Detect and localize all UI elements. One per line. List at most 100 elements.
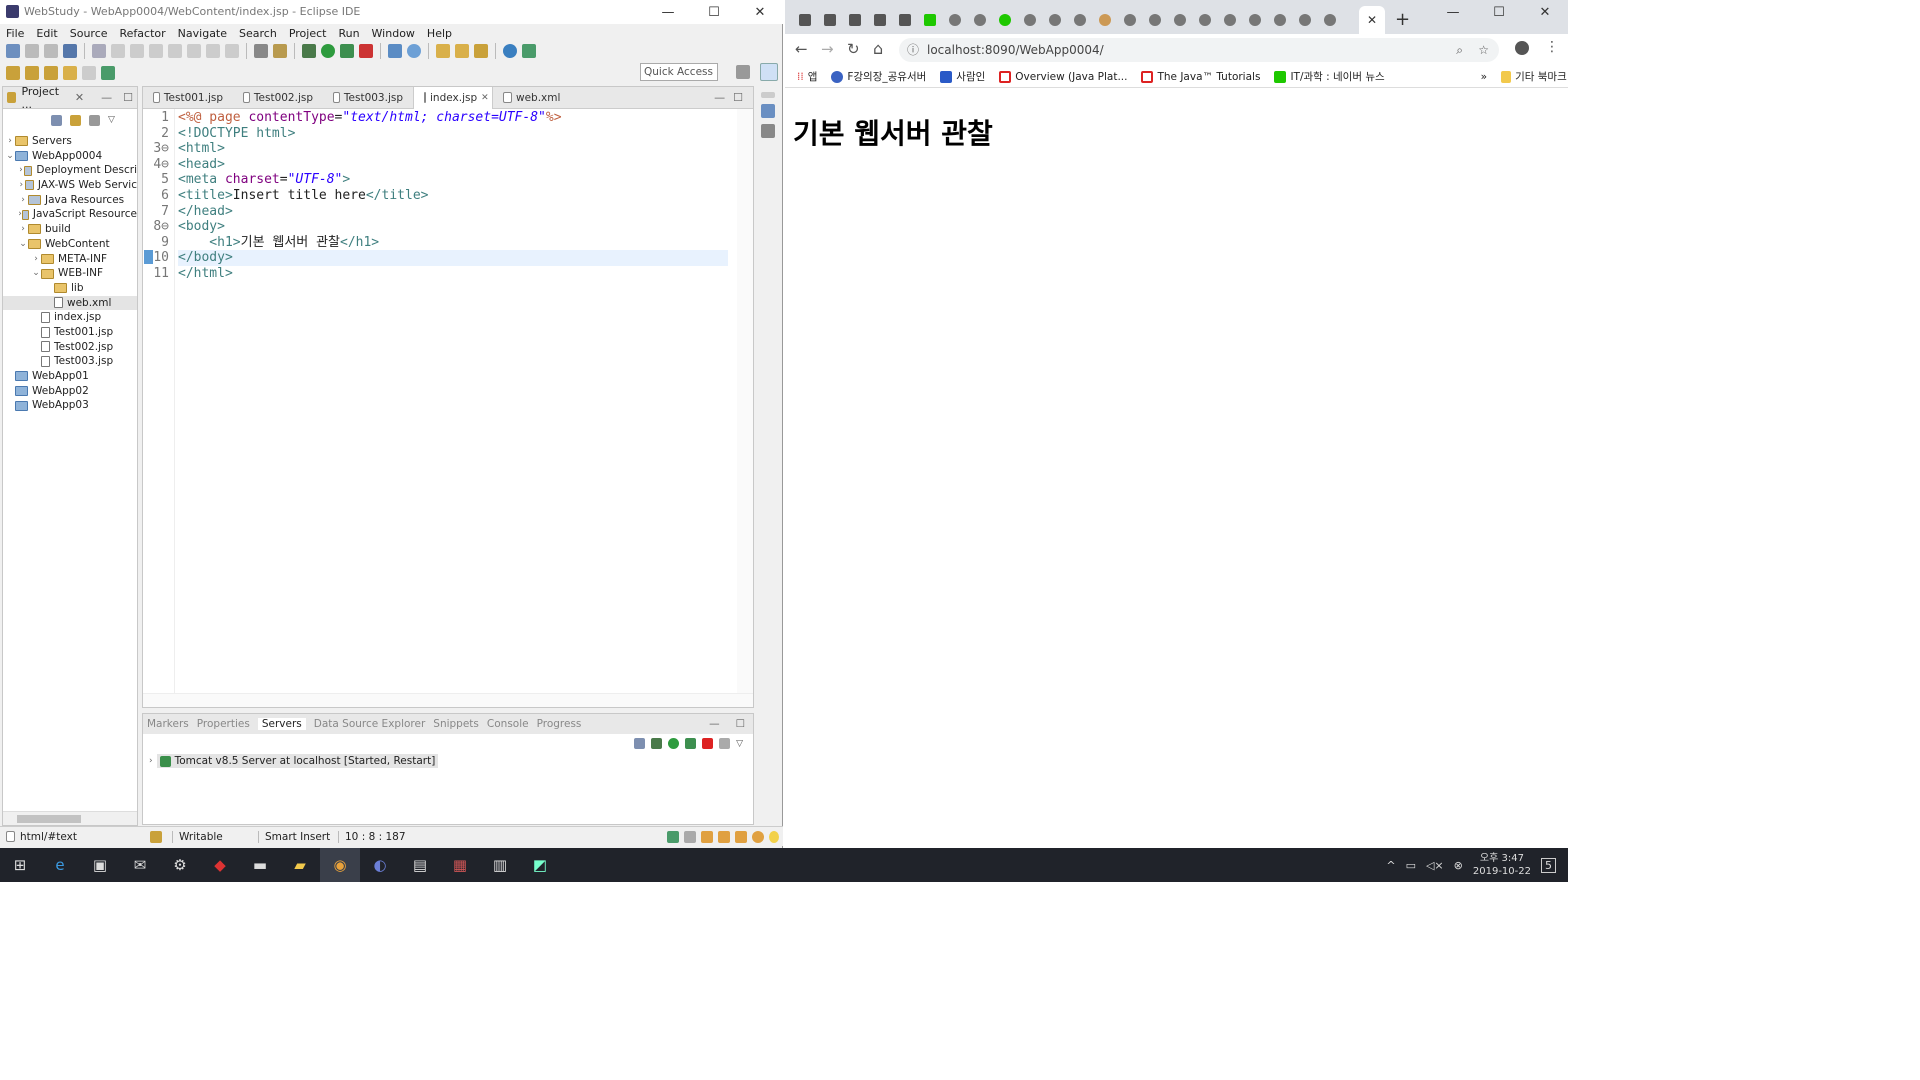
expand-chevron-icon[interactable]: › <box>31 252 41 267</box>
quick-access-input[interactable]: Quick Access <box>640 63 718 81</box>
active-tab-close-icon[interactable]: ✕ <box>1359 6 1385 34</box>
sync-icon[interactable] <box>667 830 679 843</box>
bookmark-naver-news[interactable]: IT/과학 : 네이버 뉴스 <box>1274 69 1385 84</box>
menu-project[interactable]: Project <box>283 27 333 40</box>
tab-test002[interactable]: Test002.jsp <box>233 87 323 109</box>
view-menu-icon[interactable]: ▽ <box>108 115 115 125</box>
minimize-panel-icon[interactable]: — <box>709 718 720 730</box>
zoom-icon[interactable]: ⌕ <box>1456 38 1463 62</box>
expand-chevron-icon[interactable]: › <box>18 193 28 208</box>
info-icon[interactable]: ⓘ <box>907 38 919 62</box>
expand-chevron-icon[interactable]: › <box>5 134 15 149</box>
browser-tab[interactable] <box>1293 11 1317 29</box>
focus-icon[interactable] <box>89 114 100 126</box>
expand-chevron-icon[interactable]: › <box>149 756 153 766</box>
open-perspective-icon[interactable] <box>736 65 750 79</box>
task-list-icon[interactable] <box>761 124 775 138</box>
step-into-icon[interactable] <box>187 44 201 58</box>
save-icon[interactable] <box>25 44 39 58</box>
tree-item[interactable]: › JAX-WS Web Servic <box>3 178 138 193</box>
tree-item[interactable]: › JavaScript Resource <box>3 207 137 222</box>
back-icon[interactable] <box>63 66 77 80</box>
browser-tab[interactable] <box>1268 11 1292 29</box>
suspend-icon[interactable] <box>130 44 144 58</box>
menu-file[interactable]: File <box>0 27 30 40</box>
tree-item[interactable]: › Deployment Descri <box>3 163 137 178</box>
minimize-button[interactable]: — <box>645 0 691 24</box>
home-icon[interactable]: ⌂ <box>873 39 883 58</box>
close-button[interactable]: ✕ <box>737 0 783 24</box>
profile-server-icon[interactable] <box>685 738 697 749</box>
browser-tab[interactable] <box>1043 11 1067 29</box>
save-all-icon[interactable] <box>44 44 58 58</box>
bookmark-share-server[interactable]: F강의장_공유서버 <box>831 69 926 84</box>
expand-chevron-icon[interactable]: ⌄ <box>18 237 28 252</box>
collapse-all-icon[interactable] <box>51 114 62 126</box>
menu-edit[interactable]: Edit <box>30 27 63 40</box>
tab-progress[interactable]: Progress <box>537 718 582 730</box>
settings-icon[interactable]: ⚙ <box>160 848 200 882</box>
code-area[interactable]: <%@ page contentType="text/html; charset… <box>178 109 728 282</box>
skip-breakpoints-icon[interactable] <box>92 44 106 58</box>
browser-tab[interactable] <box>793 11 817 29</box>
profile-icon[interactable] <box>1515 41 1529 55</box>
forward-icon[interactable]: → <box>821 40 834 58</box>
browser-tab[interactable] <box>893 11 917 29</box>
tab-test003[interactable]: Test003.jsp <box>323 87 413 109</box>
stop-server-icon[interactable] <box>702 738 714 749</box>
bookmark-other[interactable]: 기타 북마크 <box>1501 69 1567 84</box>
last-edit-icon[interactable] <box>44 66 58 80</box>
gear-icon[interactable] <box>752 830 764 843</box>
app-icon[interactable]: ◆ <box>200 848 240 882</box>
tab-markers[interactable]: Markers <box>147 718 189 730</box>
project-explorer-title[interactable]: Project ... <box>21 85 65 111</box>
close-view-icon[interactable]: ✕ <box>75 91 84 104</box>
view-menu-icon[interactable]: ▽ <box>736 739 743 749</box>
bookmark-saramin[interactable]: 사람인 <box>940 69 985 84</box>
tab-servers[interactable]: Servers <box>257 718 306 730</box>
editor-hscrollbar[interactable] <box>143 693 753 707</box>
browser-tab[interactable] <box>1318 11 1342 29</box>
maximize-button[interactable]: ☐ <box>691 0 737 24</box>
task-manager-icon[interactable]: ▤ <box>400 848 440 882</box>
browser-tab[interactable] <box>1118 11 1142 29</box>
menu-navigate[interactable]: Navigate <box>172 27 233 40</box>
menu-run[interactable]: Run <box>332 27 365 40</box>
browser-tab[interactable] <box>868 11 892 29</box>
tree-item[interactable]: web.xml <box>3 295 137 311</box>
menu-icon[interactable]: ⋮ <box>1545 39 1559 55</box>
new-class-icon[interactable] <box>407 44 421 58</box>
step-return-icon[interactable] <box>225 44 239 58</box>
editor-vscrollbar[interactable] <box>737 109 753 694</box>
coverage-icon[interactable] <box>359 44 373 58</box>
windows-start-icon[interactable]: ⊞ <box>0 848 40 882</box>
bookmark-java-tutorials[interactable]: The Java™ Tutorials <box>1141 70 1260 83</box>
explorer-hscrollbar[interactable] <box>3 811 137 825</box>
browser-tab[interactable] <box>1243 11 1267 29</box>
ime-icon[interactable]: ⊗ <box>1454 859 1463 872</box>
browser-tab[interactable] <box>1218 11 1242 29</box>
menu-refactor[interactable]: Refactor <box>114 27 172 40</box>
tree-item[interactable]: ⌄ WebApp0004 <box>3 149 137 164</box>
tab-webxml[interactable]: web.xml <box>493 87 573 109</box>
forward-icon[interactable] <box>82 66 96 80</box>
browser-tab[interactable] <box>818 11 842 29</box>
tree-item[interactable]: › META-INF <box>3 252 137 267</box>
pen-icon[interactable] <box>735 830 747 843</box>
next-annotation-icon[interactable] <box>6 66 20 80</box>
resume-icon[interactable] <box>111 44 125 58</box>
chrome-maximize-button[interactable]: ☐ <box>1476 0 1522 24</box>
chrome-taskbar-icon[interactable]: ◉ <box>320 848 360 882</box>
tree-item[interactable]: Test003.jsp <box>3 354 137 369</box>
game-icon[interactable]: ▦ <box>440 848 480 882</box>
tray-chevron-icon[interactable]: ^ <box>1386 859 1395 872</box>
chrome-minimize-button[interactable]: — <box>1430 0 1476 24</box>
tip-icon[interactable] <box>769 830 779 843</box>
store-icon[interactable]: ▣ <box>80 848 120 882</box>
browser-tab[interactable] <box>1093 11 1117 29</box>
tree-item[interactable]: › Servers <box>3 134 137 149</box>
eclipse-taskbar-icon[interactable]: ◐ <box>360 848 400 882</box>
tab-snippets[interactable]: Snippets <box>433 718 479 730</box>
restore-icon[interactable] <box>761 92 775 98</box>
tab-test001[interactable]: Test001.jsp <box>143 87 233 109</box>
